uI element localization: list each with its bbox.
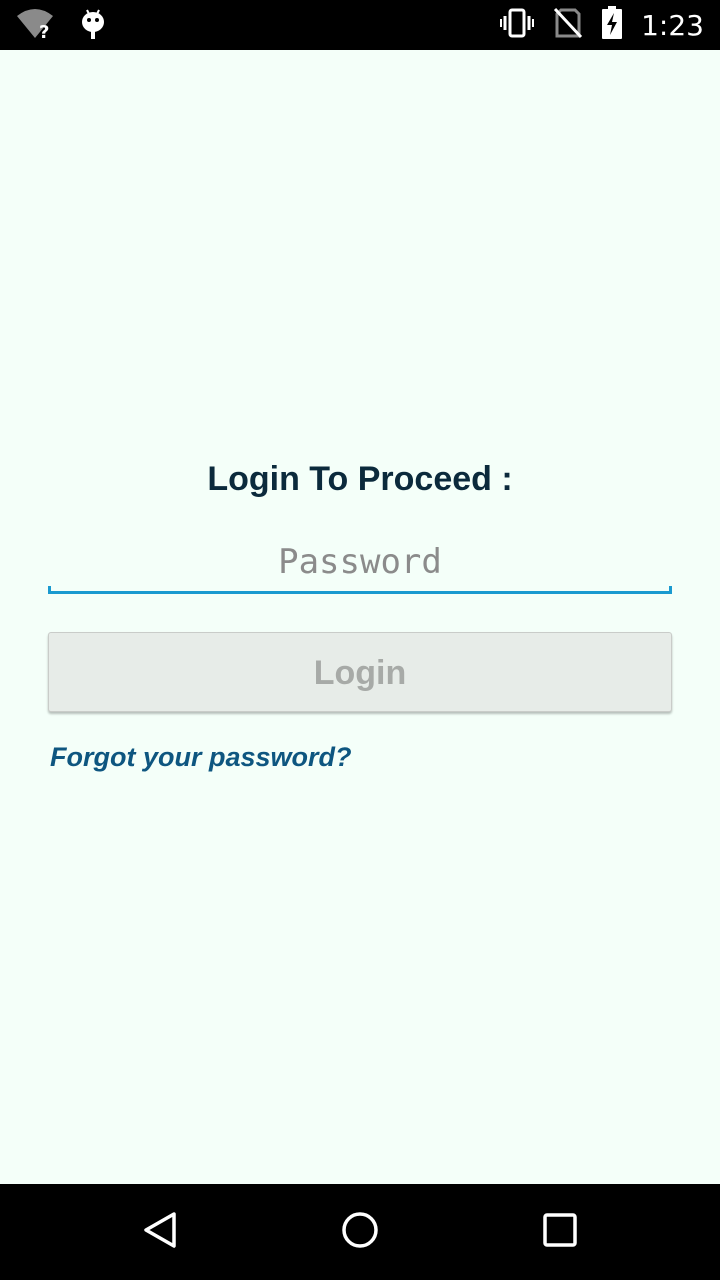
forgot-password-link[interactable]: Forgot your password? [50, 742, 352, 773]
navigation-bar [0, 1184, 720, 1280]
password-input[interactable] [48, 534, 672, 590]
password-underline [48, 586, 672, 594]
status-left-icons: ? [16, 8, 106, 45]
back-icon [140, 1210, 180, 1255]
android-debug-icon [80, 8, 106, 45]
recents-button[interactable] [530, 1204, 590, 1260]
back-button[interactable] [130, 1204, 190, 1260]
home-button[interactable] [330, 1204, 390, 1260]
status-time: 1:23 [641, 8, 704, 42]
wifi-unknown-icon: ? [16, 8, 54, 45]
recents-icon [540, 1210, 580, 1255]
home-icon [340, 1210, 380, 1255]
login-button[interactable]: Login [48, 632, 672, 712]
login-screen: Login To Proceed : Login Forgot your pas… [0, 50, 720, 1184]
vibrate-icon [499, 7, 535, 44]
svg-text:?: ? [39, 22, 49, 40]
battery-charging-icon [601, 6, 623, 45]
no-sim-icon [553, 7, 583, 44]
status-right-icons: 1:23 [499, 6, 704, 45]
page-title: Login To Proceed : [207, 460, 513, 498]
password-field[interactable] [48, 534, 672, 594]
status-bar: ? 1:23 [0, 0, 720, 50]
